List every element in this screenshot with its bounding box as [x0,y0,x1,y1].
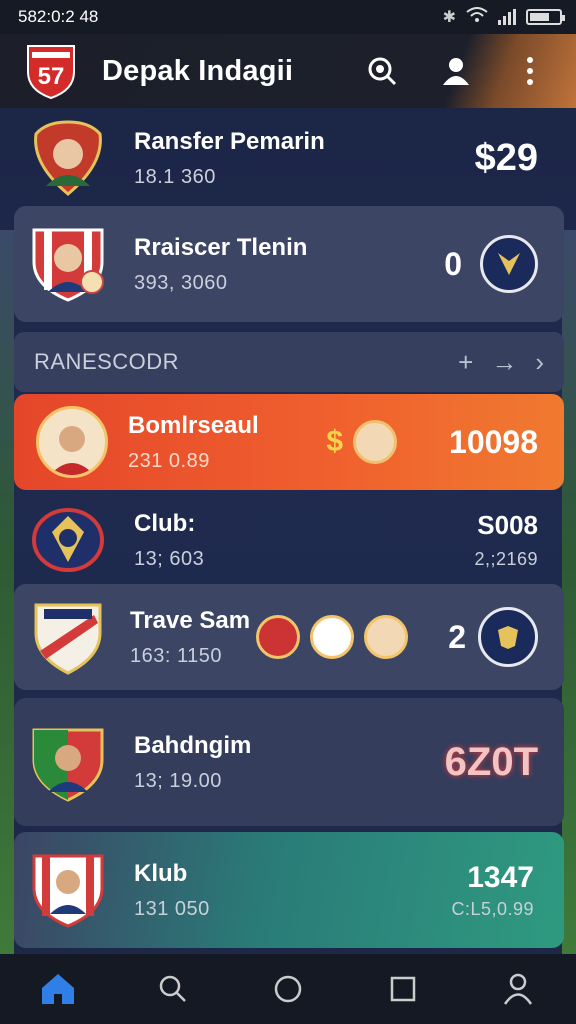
wifi-icon [466,6,488,28]
nav-search[interactable] [151,967,195,1011]
team-crest-icon [32,854,104,928]
chevron-right-icon[interactable]: › [535,347,544,378]
player-stats: 393, 3060 [134,271,228,294]
status-time: 582:0:2 48 [18,7,99,26]
transfer-value: S008 [477,510,538,540]
list-item[interactable]: Ransfer Pemarin 18.1 360 $29 [14,112,564,204]
user-icon [443,58,469,85]
stadium-edge-right [562,230,576,954]
list-item[interactable]: Club: 13; 603 S008 2,;2169 [14,496,564,584]
player-name: Bomlrseaul [128,411,259,439]
team-crest-icon [32,728,104,802]
transfer-value: 10098 [449,423,538,460]
more-vert-icon [527,57,533,85]
club-stats: 131 050 [134,897,210,920]
bluetooth-icon: ✱ [442,9,456,26]
transfer-value: $29 [474,136,538,179]
team-crest-icon [34,603,102,675]
team-crest-icon [32,228,104,302]
app-logo: 57 [27,45,75,100]
list-item[interactable]: Bahdngim 13; 19.00 6Z0T [14,698,564,826]
player-name: Rraiscer Tlenin [134,233,308,261]
list-item[interactable]: Rraiscer Tlenin 393, 3060 0 [14,206,564,322]
player-name: Bahdngim [134,731,252,759]
signal-icon [498,9,516,25]
team-crest-icon [32,508,104,572]
player-stats: 18.1 360 [134,165,216,188]
club-badge-icon [310,615,355,659]
profile-button[interactable] [438,53,474,89]
club-name: Club: [134,509,196,537]
more-options-button[interactable] [512,53,548,89]
status-icons: ✱ [442,6,565,28]
list-item[interactable]: Trave Sam 163: 1150 2 [14,584,564,690]
player-name: Ransfer Pemarin [134,127,325,155]
arrow-right-icon[interactable]: → [491,347,517,378]
nav-android-home[interactable] [266,967,310,1011]
club-badge-icon [478,607,538,667]
player-avatar-small [353,420,398,464]
app-title: Depak Indagii [102,54,294,87]
circle-home-icon [274,975,302,1003]
transfer-value: 2 [448,618,466,655]
nav-home[interactable] [36,967,80,1011]
app-bar: 57 Depak Indagii [0,34,576,108]
svg-text:57: 57 [38,63,65,90]
player-name: Trave Sam [130,606,251,634]
transfer-sub-value: C:L5,0.99 [451,898,534,919]
add-icon[interactable]: + [458,347,473,378]
transfer-value: 1347 [467,860,534,894]
team-crest-icon [34,120,102,196]
highlighted-list-item[interactable]: Bomlrseaul 231 0.89 $ 10098 [14,394,564,490]
currency-icon: $ [326,425,344,458]
section-title: RANESCODR [34,349,180,374]
stadium-edge-left [0,230,14,954]
nav-recent-apps[interactable] [381,967,425,1011]
search-icon [159,975,186,1002]
list-item[interactable]: Klub 131 050 1347 C:L5,0.99 [14,832,564,948]
club-badge-icon [256,615,301,659]
section-header: RANESCODR + → › [14,332,564,392]
square-recents-icon [390,976,416,1002]
player-stats: 13; 19.00 [134,769,222,792]
player-stats: 231 0.89 [128,449,210,472]
player-avatar [36,406,108,478]
club-name: Klub [134,859,188,887]
search-button[interactable] [364,53,400,89]
battery-icon [526,9,565,25]
transfer-sub-value: 2,;2169 [474,549,538,569]
status-bar: 582:0:2 48 ✱ [0,0,576,34]
nav-profile[interactable] [496,967,540,1011]
bottom-navigation [0,954,576,1024]
club-badge-icon [480,235,538,293]
transfer-value: 0 [444,245,462,282]
player-stats: 163: 1150 [130,644,222,667]
search-icon [368,57,397,86]
home-icon [41,974,74,1004]
club-stats: 13; 603 [134,547,205,570]
user-icon [504,973,533,1005]
transfer-value: 6Z0T [444,739,538,784]
player-avatar-small [364,615,409,659]
